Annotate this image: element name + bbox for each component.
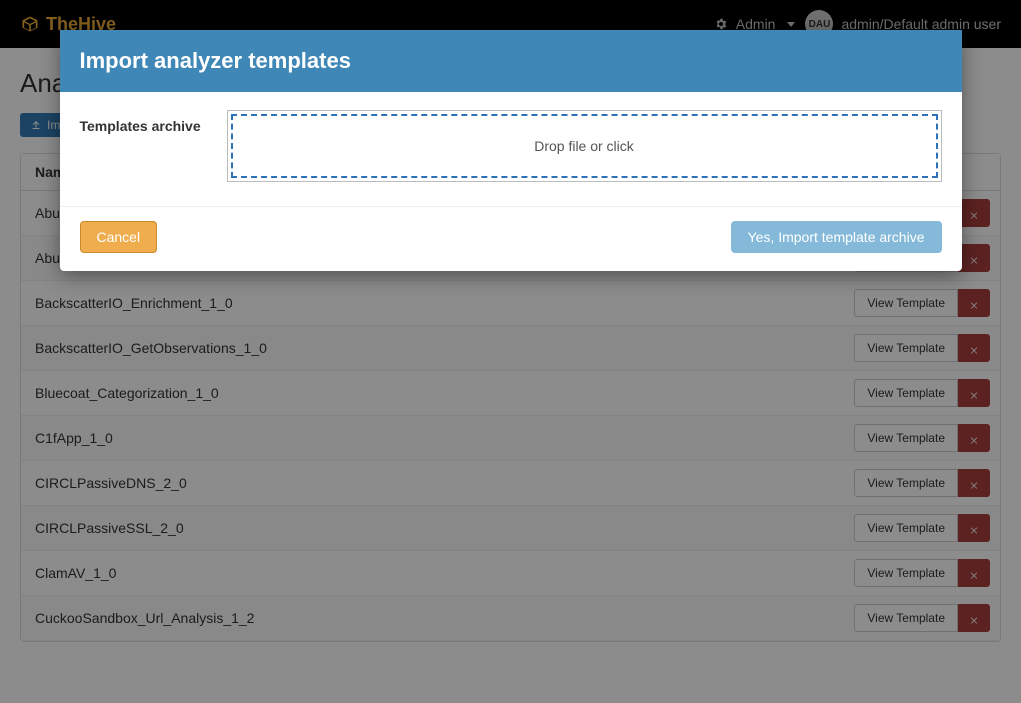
cancel-button[interactable]: Cancel [80, 221, 158, 253]
import-modal: Import analyzer templates Templates arch… [60, 30, 962, 271]
dropzone-text: Drop file or click [534, 138, 634, 154]
modal-title: Import analyzer templates [60, 30, 962, 92]
confirm-import-button[interactable]: Yes, Import template archive [731, 221, 942, 253]
modal-footer: Cancel Yes, Import template archive [60, 206, 962, 271]
dropzone-wrapper: Drop file or click [227, 110, 942, 182]
file-dropzone[interactable]: Drop file or click [231, 114, 938, 178]
archive-label: Templates archive [80, 110, 215, 134]
modal-body: Templates archive Drop file or click [60, 92, 962, 206]
modal-backdrop[interactable]: Import analyzer templates Templates arch… [0, 0, 1021, 703]
